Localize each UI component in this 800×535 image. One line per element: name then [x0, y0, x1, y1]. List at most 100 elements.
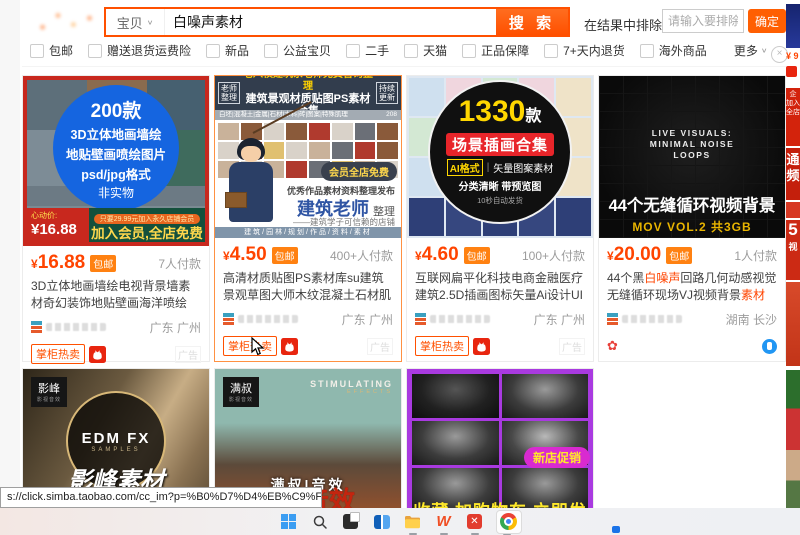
ad-label: 广告: [559, 338, 585, 355]
seller-name-blur[interactable]: [238, 315, 298, 323]
rail-ad-banner[interactable]: 5视: [786, 220, 800, 280]
filter-more[interactable]: 更多∨: [734, 42, 768, 59]
badge-row: ✿: [607, 337, 777, 355]
taskbar-app-dark-window[interactable]: [341, 512, 361, 532]
update-tag-line: 持续: [379, 84, 395, 93]
taskbar-chrome-active[interactable]: [496, 510, 522, 534]
rail-ad-banner[interactable]: 通频: [786, 148, 800, 200]
overlay-count: 200款: [53, 96, 179, 123]
search-category-dropdown[interactable]: 宝贝 ∨: [106, 9, 165, 35]
checkbox[interactable]: [88, 44, 102, 58]
price-row: ¥ 4.50 包邮 400+人付款: [223, 244, 393, 266]
overlay-subtitle: SAMPLES: [91, 447, 140, 453]
image-bottom-strip: 心动价: ¥16.88 只要29.99元加入永久店铺会员 加入会员,全店免费: [27, 208, 205, 242]
filter-7day-return[interactable]: 7+天内退货: [544, 42, 625, 59]
windows-taskbar: W ✕: [0, 508, 800, 535]
product-info: ¥ 4.60 包邮 100+人付款 互联网扁平化科技电商金融医疗建筑2.5D插画…: [407, 238, 593, 355]
exclude-label: 在结果中排除: [584, 15, 662, 34]
taobao-logo[interactable]: [30, 9, 100, 35]
exclude-confirm-button[interactable]: 确定: [748, 9, 786, 33]
product-title[interactable]: 3D立体地画墙绘电视背景墙素材奇幻装饰地贴壁画海洋喷绘 jpg图片: [31, 278, 201, 312]
product-image[interactable]: 200款 3D立体地画墙绘 地贴壁画喷绘图片 psd/jpg格式 非实物 心动价…: [23, 76, 209, 246]
tmall-cat-icon[interactable]: [473, 338, 490, 355]
checkbox[interactable]: [264, 44, 278, 58]
checkbox[interactable]: [640, 44, 654, 58]
caption-line: EFFECTS: [310, 389, 393, 395]
material-swatch-tile: [332, 123, 353, 140]
rail-ad-banner[interactable]: [786, 370, 800, 508]
seller-name-blur[interactable]: [46, 323, 106, 331]
tmall-cat-icon[interactable]: [89, 346, 106, 363]
corner-badge: 满叔 影视音效: [223, 377, 259, 407]
overlay-count-unit: 款: [525, 108, 541, 125]
taskbar-search-button[interactable]: [310, 512, 330, 532]
search-input[interactable]: [165, 9, 496, 35]
title-keyword: 白噪声: [644, 271, 680, 285]
checkbox[interactable]: [30, 44, 44, 58]
caption-line: LOOPS: [673, 150, 710, 160]
product-card-hovered[interactable]: 老师整理 老八校建筑系老师免费咨询整理 建筑景观材质贴图PS素材合集 持续更新 …: [214, 75, 402, 362]
caption-line: STIMULATING: [310, 379, 393, 389]
filter-authentic[interactable]: 正品保障: [462, 42, 529, 59]
wangwang-messenger-icon[interactable]: [762, 339, 777, 354]
filter-label: 新品: [225, 42, 249, 59]
filter-label: 二手: [365, 42, 389, 59]
product-title[interactable]: 高清材质贴图PS素材库su建筑景观草图大师木纹混凝土石材肌理3d: [223, 270, 393, 304]
search-button[interactable]: 搜 索: [496, 9, 568, 35]
filter-tmall[interactable]: 天猫: [404, 42, 447, 59]
product-title[interactable]: 互联网扁平化科技电商金融医疗建筑2.5D插画图标矢量Ai设计UI素材: [415, 270, 585, 304]
corner-badge-line: 老师: [221, 84, 237, 93]
filter-charity[interactable]: 公益宝贝: [264, 42, 331, 59]
rail-ad-banner[interactable]: [786, 282, 800, 366]
checkbox[interactable]: [346, 44, 360, 58]
product-card[interactable]: 200款 3D立体地画墙绘 地贴壁画喷绘图片 psd/jpg格式 非实物 心动价…: [22, 75, 210, 362]
caption-line: LIVE VISUALS:: [652, 128, 732, 138]
checkbox[interactable]: [206, 44, 220, 58]
product-image[interactable]: LIVE VISUALS: MINIMAL NOISE LOOPS 44个无缝循…: [599, 76, 785, 238]
member-free-badge: 会员全店免费: [321, 162, 397, 181]
overlay-format-row: AI格式 | 矢量图案素材: [447, 159, 554, 176]
exclude-input[interactable]: [662, 9, 744, 33]
seller-row: 广东 广州: [31, 319, 201, 335]
product-card[interactable]: LIVE VISUALS: MINIMAL NOISE LOOPS 44个无缝循…: [598, 75, 786, 362]
hot-sale-badge: 掌柜热卖: [223, 336, 277, 356]
checkbox[interactable]: [462, 44, 476, 58]
filter-secondhand[interactable]: 二手: [346, 42, 389, 59]
overlay-line: 非实物: [53, 184, 179, 201]
product-title[interactable]: 44个黑白噪声回路几何动感视觉无缝循环现场VJ视频背景素材VOL.2: [607, 270, 777, 304]
filter-overseas[interactable]: 海外商品: [640, 42, 707, 59]
taskbar-file-explorer[interactable]: [403, 512, 423, 532]
tray-badge: [612, 526, 620, 533]
filter-label: 正品保障: [481, 42, 529, 59]
filter-label: 公益宝贝: [283, 42, 331, 59]
checkbox[interactable]: [544, 44, 558, 58]
rail-ad-banner[interactable]: [786, 202, 800, 218]
product-image[interactable]: 1330款 场景插画合集 AI格式 | 矢量图案素材 分类清晰 带预览图 10秒…: [407, 76, 593, 238]
seller-name-blur[interactable]: [430, 315, 490, 323]
title-text: 44个黑: [607, 271, 644, 285]
filter-return-insurance[interactable]: 赠送退货运费险: [88, 42, 191, 59]
right-ad-rail: ¥ 9 企加入全店 通频 5视: [786, 0, 800, 508]
rail-ad-thumbnail[interactable]: [786, 4, 800, 48]
material-swatch-tile: [309, 142, 330, 159]
flower-icon[interactable]: ✿: [607, 338, 618, 354]
seller-row: 湖南 长沙: [607, 311, 777, 327]
hot-sale-badge: 掌柜热卖: [415, 336, 469, 356]
rail-text: 频: [786, 168, 799, 183]
rail-ad-banner[interactable]: 企加入全店: [786, 88, 800, 146]
tmall-cat-icon[interactable]: [281, 338, 298, 355]
checkbox[interactable]: [404, 44, 418, 58]
start-button[interactable]: [279, 512, 299, 532]
product-info: ¥ 4.50 包邮 400+人付款 高清材质贴图PS素材库su建筑景观草图大师木…: [215, 238, 401, 355]
taskbar-app-blue-panes[interactable]: [372, 512, 392, 532]
material-swatch-tile: [377, 123, 398, 140]
product-card[interactable]: 1330款 场景插画合集 AI格式 | 矢量图案素材 分类清晰 带预览图 10秒…: [406, 75, 594, 362]
product-image[interactable]: 老师整理 老八校建筑系老师免费咨询整理 建筑景观材质贴图PS素材合集 持续更新 …: [215, 76, 401, 238]
taskbar-wps-office[interactable]: W: [434, 512, 454, 532]
seller-name-blur[interactable]: [622, 315, 682, 323]
filter-new[interactable]: 新品: [206, 42, 249, 59]
new-store-promo-badge: 新店促销: [524, 447, 590, 468]
taskbar-app-red[interactable]: ✕: [465, 512, 485, 532]
filter-free-shipping[interactable]: 包邮: [30, 42, 73, 59]
search-category-label: 宝贝: [117, 13, 143, 32]
